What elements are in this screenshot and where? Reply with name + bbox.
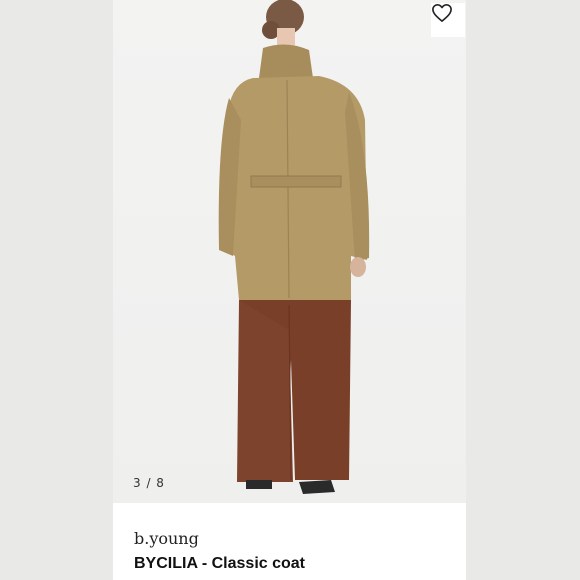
product-title: BYCILIA - Classic coat: [134, 555, 306, 572]
heart-outline-icon: [432, 4, 452, 22]
left-backdrop: [0, 0, 113, 580]
product-info[interactable]: b.young BYCILIA - Classic coat: [113, 503, 466, 580]
product-card[interactable]: 3 / 8 b.young BYCILIA - Classic coat: [113, 0, 466, 580]
favorite-button[interactable]: [431, 3, 465, 37]
right-backdrop: [466, 0, 580, 580]
model-illustration: [218, 0, 370, 494]
product-image[interactable]: 3 / 8: [113, 0, 466, 503]
brand-name: b.young: [134, 529, 199, 548]
image-counter: 3 / 8: [133, 476, 165, 490]
